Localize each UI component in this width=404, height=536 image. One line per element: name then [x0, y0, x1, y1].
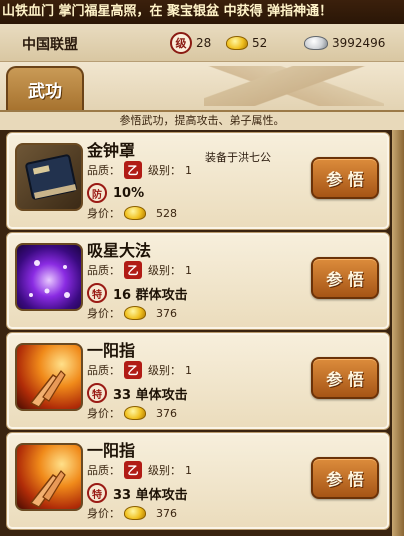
- price-row: 身价： 528: [87, 205, 177, 221]
- silver-ingot-icon: [304, 36, 328, 50]
- quality-badge: 乙: [124, 161, 142, 179]
- quality-row: 品质： 乙 级别： 1: [87, 461, 192, 479]
- alliance-name[interactable]: 中国联盟: [22, 34, 78, 54]
- hint-text: 参悟武功，提高攻击、弟子属性。: [0, 110, 404, 130]
- scroll-frame-edge: [392, 130, 404, 536]
- level-value: 1: [185, 363, 192, 377]
- effect-row: 特 16 群体攻击: [87, 283, 188, 303]
- special-seal-icon: 特: [87, 483, 107, 503]
- level-label: 级别：: [148, 264, 181, 277]
- finger-icon: [15, 443, 83, 511]
- level-icon: 级: [170, 32, 192, 54]
- skill-card: 一阳指 品质： 乙 级别： 1 特 33 单体攻击 身价： 376 参 悟: [6, 432, 390, 530]
- skill-name: 金钟罩: [87, 141, 136, 160]
- price-label: 身价：: [87, 207, 120, 220]
- price-value: 376: [156, 306, 177, 320]
- price-label: 身价：: [87, 307, 120, 320]
- effect-row: 特 33 单体攻击: [87, 483, 188, 503]
- price-value: 528: [156, 206, 177, 220]
- level-label: 级别：: [148, 364, 181, 377]
- defense-seal-icon: 防: [87, 183, 107, 203]
- price-value: 376: [156, 506, 177, 520]
- level-value: 1: [185, 163, 192, 177]
- price-label: 身价：: [87, 507, 120, 520]
- special-seal-icon: 特: [87, 383, 107, 403]
- price-row: 身价： 376: [87, 505, 177, 521]
- effect-row: 特 33 单体攻击: [87, 383, 188, 403]
- tab-martial-arts[interactable]: 武功: [6, 66, 84, 110]
- level-label: 级别：: [148, 164, 181, 177]
- quality-row: 品质： 乙 级别： 1: [87, 161, 192, 179]
- price-label: 身价：: [87, 407, 120, 420]
- level-label: 级别：: [148, 464, 181, 477]
- effect-value: 33 单体攻击: [113, 487, 188, 503]
- equipped-label: 装备于洪七公: [205, 151, 271, 164]
- gold-ingot-icon: [124, 206, 146, 220]
- silver-value: 3992496: [332, 36, 386, 50]
- gold-value: 52: [252, 36, 268, 50]
- quality-label: 品质：: [87, 164, 120, 177]
- status-bar: 中国联盟 级 28 52 3992496: [0, 24, 404, 62]
- vortex-icon: [15, 243, 83, 311]
- quality-label: 品质：: [87, 364, 120, 377]
- quality-badge: 乙: [124, 461, 142, 479]
- gold-ingot-icon: [124, 506, 146, 520]
- gold-ingot-icon: [226, 36, 248, 50]
- quality-row: 品质： 乙 级别： 1: [87, 361, 192, 379]
- gold-stat: 52: [226, 32, 267, 54]
- broadcast-ticker: 山铁血门 掌门福星高照，在 聚宝银盆 中获得 弹指神通！: [0, 0, 404, 24]
- quality-badge: 乙: [124, 361, 142, 379]
- level-value: 1: [185, 263, 192, 277]
- quality-label: 品质：: [87, 464, 120, 477]
- quality-row: 品质： 乙 级别： 1: [87, 261, 192, 279]
- skill-name: 一阳指: [87, 441, 136, 460]
- gold-ingot-icon: [124, 406, 146, 420]
- level-stat: 级 28: [170, 32, 211, 54]
- price-row: 身价： 376: [87, 405, 177, 421]
- skill-name: 一阳指: [87, 341, 136, 360]
- price-row: 身价： 376: [87, 305, 177, 321]
- effect-value: 16 群体攻击: [113, 287, 188, 303]
- mountain-illustration: [204, 66, 384, 106]
- skill-name: 吸星大法: [87, 241, 152, 260]
- price-value: 376: [156, 406, 177, 420]
- skill-card: 吸星大法 品质： 乙 级别： 1 特 16 群体攻击 身价： 376 参 悟: [6, 232, 390, 330]
- tab-strip: 武功: [0, 62, 404, 110]
- effect-row: 防 10%: [87, 183, 144, 203]
- gold-ingot-icon: [124, 306, 146, 320]
- comprehend-button[interactable]: 参 悟: [311, 457, 379, 499]
- skill-card: 一阳指 品质： 乙 级别： 1 特 33 单体攻击 身价： 376 参 悟: [6, 332, 390, 430]
- finger-icon: [15, 343, 83, 411]
- level-value: 28: [196, 36, 212, 50]
- comprehend-button[interactable]: 参 悟: [311, 357, 379, 399]
- quality-badge: 乙: [124, 261, 142, 279]
- effect-value: 10%: [113, 185, 145, 201]
- skill-list[interactable]: 金钟罩 装备于洪七公 品质： 乙 级别： 1 防 10% 身价： 528 参 悟: [0, 130, 404, 536]
- quality-label: 品质：: [87, 264, 120, 277]
- skill-card: 金钟罩 装备于洪七公 品质： 乙 级别： 1 防 10% 身价： 528 参 悟: [6, 132, 390, 230]
- silver-stat: 3992496: [304, 32, 385, 54]
- effect-value: 33 单体攻击: [113, 387, 188, 403]
- special-seal-icon: 特: [87, 283, 107, 303]
- book-icon: [15, 143, 83, 211]
- comprehend-button[interactable]: 参 悟: [311, 257, 379, 299]
- comprehend-button[interactable]: 参 悟: [311, 157, 379, 199]
- level-value: 1: [185, 463, 192, 477]
